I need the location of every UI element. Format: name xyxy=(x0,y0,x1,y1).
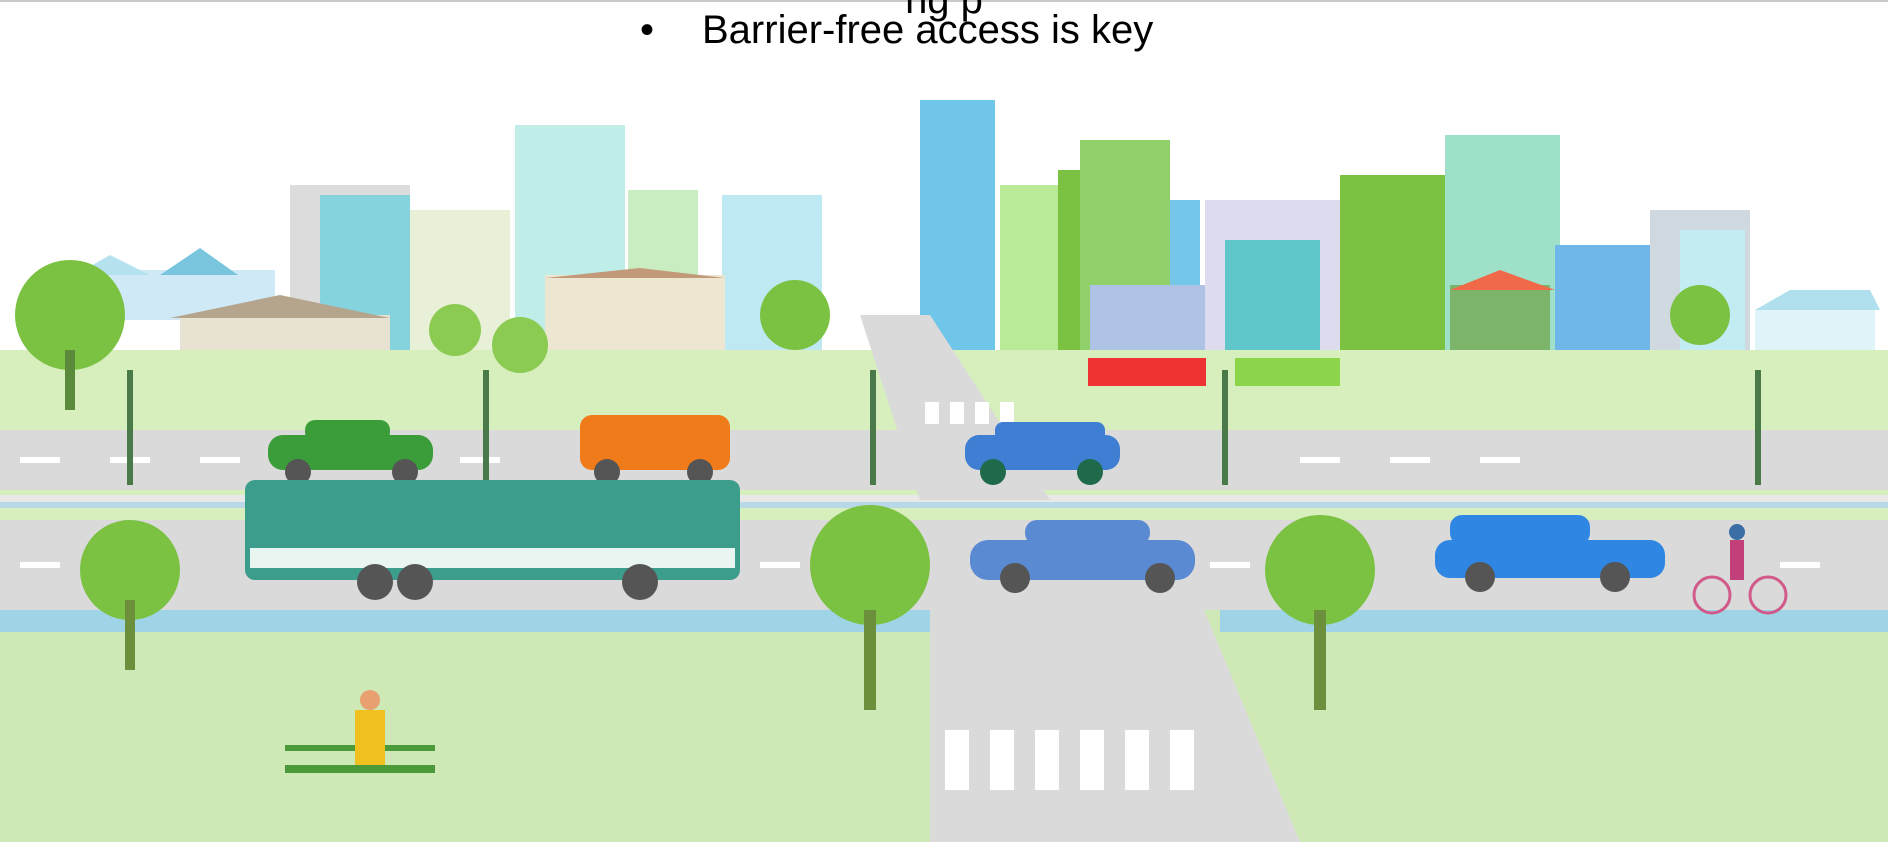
bullet-item: • Barrier-free access is key xyxy=(640,10,1153,50)
city-street-illustration xyxy=(0,100,1888,842)
bullet-text: Barrier-free access is key xyxy=(702,8,1154,52)
bullet-point-icon: • xyxy=(640,8,655,52)
